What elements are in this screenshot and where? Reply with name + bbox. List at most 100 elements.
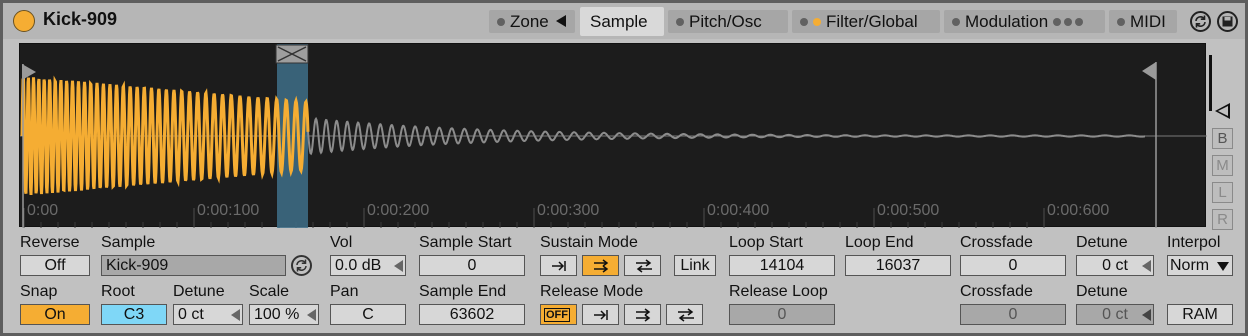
- crossfade-field[interactable]: 0: [960, 255, 1066, 276]
- loop-back-forth-icon: [636, 259, 652, 273]
- collapse-arrow-icon[interactable]: [555, 15, 566, 27]
- sustain-mode-loop-forward-button[interactable]: [582, 255, 619, 276]
- tab-modulation[interactable]: Modulation: [944, 10, 1105, 33]
- channel-l-button[interactable]: L: [1212, 182, 1233, 203]
- root-key-field[interactable]: C3: [101, 304, 167, 325]
- value-arrow-icon: [394, 260, 403, 272]
- simpler-device: Kick-909 Zone Sample Pitch/Osc Filter/Gl…: [0, 0, 1248, 336]
- tab-indicator-dot: [800, 18, 808, 26]
- detune-label: Detune: [173, 283, 225, 300]
- channel-b-button[interactable]: B: [1212, 128, 1233, 149]
- scale-field[interactable]: 100 %: [249, 304, 319, 325]
- release-mode-loop-back-forth-button[interactable]: [666, 304, 703, 325]
- time-label: 0:00:100: [197, 202, 260, 219]
- hot-swap-icon: [1195, 15, 1206, 28]
- release-crossfade-field[interactable]: 0: [960, 304, 1066, 325]
- modulation-dots: [1053, 10, 1086, 33]
- tab-filter-global[interactable]: Filter/Global: [792, 10, 940, 33]
- time-label: 0:00:600: [1047, 202, 1110, 219]
- waveform-played: [20, 75, 310, 195]
- reverse-label: Reverse: [20, 234, 80, 251]
- pan-field[interactable]: C: [330, 304, 406, 325]
- ram-button[interactable]: RAM: [1167, 304, 1233, 325]
- sustain-mode-loop-back-forth-button[interactable]: [624, 255, 661, 276]
- loop-forward-icon: [594, 259, 609, 273]
- device-title: Kick-909: [43, 9, 118, 29]
- value-arrow-icon: [307, 309, 316, 321]
- crossfade-label: Crossfade: [960, 234, 1033, 251]
- tab-pitch-osc[interactable]: Pitch/Osc: [668, 10, 788, 33]
- time-label: 0:00:300: [537, 202, 600, 219]
- root-label: Root: [101, 283, 135, 300]
- tab-indicator-dot: [676, 18, 684, 26]
- tab-zone[interactable]: Zone: [489, 10, 575, 33]
- pan-label: Pan: [330, 283, 359, 300]
- sample-name-field[interactable]: Kick-909: [101, 255, 286, 276]
- loop-start-label: Loop Start: [729, 234, 803, 251]
- save-icon: [1222, 16, 1233, 27]
- scale-label: Scale: [249, 283, 290, 300]
- snap-toggle[interactable]: On: [20, 304, 90, 325]
- link-button[interactable]: Link: [674, 255, 716, 276]
- sustain-mode-no-loop-button[interactable]: [540, 255, 577, 276]
- tab-sample[interactable]: Sample: [580, 7, 664, 36]
- sample-start-field[interactable]: 0: [419, 255, 525, 276]
- reverse-toggle[interactable]: Off: [20, 255, 90, 276]
- value-arrow-icon: [231, 309, 240, 321]
- loop-back-forth-icon: [678, 308, 694, 322]
- loop-end-field[interactable]: 16037: [845, 255, 951, 276]
- vol-field[interactable]: 0.0 dB: [330, 255, 406, 276]
- tab-midi[interactable]: MIDI: [1109, 10, 1177, 33]
- device-power-button[interactable]: [13, 10, 35, 32]
- title-bar: Kick-909 Zone Sample Pitch/Osc Filter/Gl…: [3, 3, 1245, 39]
- release-mode-label: Release Mode: [540, 283, 644, 300]
- tab-indicator-dot: [497, 18, 505, 26]
- no-loop-icon: [552, 261, 566, 271]
- detune-field[interactable]: 0 ct: [173, 304, 243, 325]
- loop-end-label: Loop End: [845, 234, 914, 251]
- hot-swap-icon: [296, 259, 307, 272]
- release-crossfade-label: Crossfade: [960, 283, 1033, 300]
- sample-label: Sample: [101, 234, 156, 251]
- value-arrow-icon: [1142, 260, 1151, 272]
- waveform-display[interactable]: 0:00 0:00:100 0:00:200 0:00:300 0:00:400…: [19, 43, 1207, 228]
- channel-m-button[interactable]: M: [1212, 155, 1233, 176]
- vol-label: Vol: [330, 234, 353, 251]
- waveform-canvas[interactable]: [20, 44, 1207, 228]
- save-preset-button[interactable]: [1217, 11, 1238, 32]
- waveform-gain-handle-inner: [1218, 106, 1228, 116]
- hot-swap-sample-button[interactable]: [291, 255, 312, 276]
- waveform-tail: [306, 110, 1145, 156]
- hot-swap-button[interactable]: [1190, 11, 1211, 32]
- interpol-select[interactable]: Norm: [1167, 255, 1233, 276]
- release-mode-off-button[interactable]: OFF: [540, 304, 577, 325]
- loop-detune-label: Detune: [1076, 234, 1128, 251]
- loop-start-field[interactable]: 14104: [729, 255, 835, 276]
- sample-start-label: Sample Start: [419, 234, 512, 251]
- release-off-label: OFF: [544, 308, 570, 322]
- release-detune-field[interactable]: 0 ct: [1076, 304, 1154, 325]
- sample-end-field[interactable]: 63602: [419, 304, 525, 325]
- release-loop-label: Release Loop: [729, 283, 828, 300]
- tab-active-dot: [813, 18, 821, 26]
- waveform-gain-track[interactable]: [1209, 55, 1212, 111]
- time-label: 0:00:500: [877, 202, 940, 219]
- no-loop-icon: [594, 310, 608, 320]
- release-detune-label: Detune: [1076, 283, 1128, 300]
- channel-r-button[interactable]: R: [1212, 209, 1233, 230]
- time-label: 0:00:200: [367, 202, 430, 219]
- release-mode-no-loop-button[interactable]: [582, 304, 619, 325]
- sustain-mode-label: Sustain Mode: [540, 234, 638, 251]
- loop-forward-icon: [636, 308, 651, 322]
- loop-detune-field[interactable]: 0 ct: [1076, 255, 1154, 276]
- time-label: 0:00:400: [707, 202, 770, 219]
- time-label: 0:00: [27, 202, 59, 219]
- release-loop-field[interactable]: 0: [729, 304, 835, 325]
- release-mode-loop-forward-button[interactable]: [624, 304, 661, 325]
- sample-end-label: Sample End: [419, 283, 507, 300]
- value-arrow-icon: [1142, 309, 1151, 321]
- sample-end-marker[interactable]: [1142, 62, 1156, 80]
- chevron-down-icon: [1217, 262, 1229, 271]
- interpol-label: Interpol: [1167, 234, 1221, 251]
- snap-label: Snap: [20, 283, 58, 300]
